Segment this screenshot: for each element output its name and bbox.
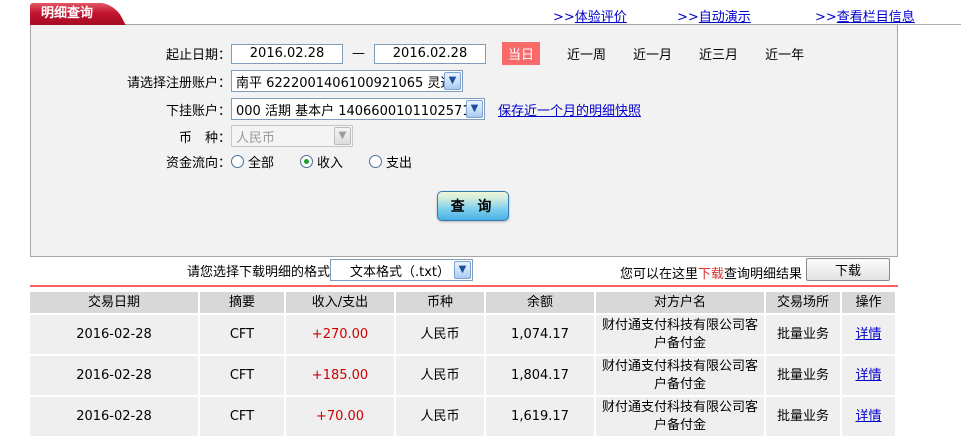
link-label: 体验评价 xyxy=(574,10,627,25)
header-amount: 收入/支出 xyxy=(286,292,394,313)
chevron-down-icon: ▼ xyxy=(466,100,483,118)
chevron-down-icon: ▼ xyxy=(444,72,461,90)
link-view-column-info[interactable]: >>查看栏目信息 xyxy=(815,6,915,25)
cell-summary: CFT xyxy=(200,356,284,396)
download-hint-keyword: 下载 xyxy=(698,267,725,282)
quick-range-today[interactable]: 当日 xyxy=(502,42,541,65)
download-format-value: 文本格式（.txt） xyxy=(349,264,450,280)
radio-expense-label: 支出 xyxy=(386,156,413,171)
link-auto-demo[interactable]: >>自动演示 xyxy=(677,6,751,25)
header-action: 操作 xyxy=(842,292,895,313)
tab-label: 明细查询 xyxy=(41,6,94,21)
radio-circle-icon xyxy=(369,155,383,168)
register-account-select[interactable]: 南平 6222001406100921065 灵通卡 ▼ xyxy=(231,70,463,92)
cell-date: 2016-02-28 xyxy=(30,397,198,437)
link-prefix: >> xyxy=(815,10,837,25)
sub-account-label: 下挂账户： xyxy=(165,103,231,119)
fund-flow-row: 资金流向： 全部 收入 支出 xyxy=(41,152,438,171)
link-prefix: >> xyxy=(553,10,575,25)
link-prefix: >> xyxy=(677,10,699,25)
top-links: >>体验评价 >>自动演示 >>查看栏目信息 xyxy=(0,6,961,25)
detail-query-page: 明细查询 >>体验评价 >>自动演示 >>查看栏目信息 起止日期： — 当日 近… xyxy=(0,0,961,447)
download-format-label: 请您选择下载明细的格式 xyxy=(186,264,330,280)
cell-counterparty: 财付通支付科技有限公司客户备付金 xyxy=(596,315,764,355)
register-account-row: 请选择注册账户： 南平 6222001406100921065 灵通卡 ▼ xyxy=(41,70,463,92)
sub-account-select[interactable]: 000 活期 基本户 1406600101102571848 ▼ xyxy=(231,98,485,120)
chevron-down-icon: ▼ xyxy=(454,261,471,279)
currency-select: 人民币 ▼ xyxy=(231,125,353,147)
currency-label: 币 种： xyxy=(178,130,231,146)
cell-date: 2016-02-28 xyxy=(30,315,198,355)
register-account-value: 南平 6222001406100921065 灵通卡 xyxy=(236,75,444,91)
date-range-separator: — xyxy=(352,46,365,61)
header-date: 交易日期 xyxy=(30,292,198,313)
quick-range-3months[interactable]: 近三月 xyxy=(699,44,738,63)
download-button[interactable]: 下载 xyxy=(806,258,890,281)
header-currency: 币种 xyxy=(396,292,484,313)
cell-venue: 批量业务 xyxy=(766,397,840,437)
detail-link[interactable]: 详情 xyxy=(855,326,881,344)
quick-range-week[interactable]: 近一周 xyxy=(567,44,606,63)
detail-link[interactable]: 详情 xyxy=(855,367,881,385)
cell-currency: 人民币 xyxy=(396,397,484,437)
download-hint-prefix: 您可以在这里 xyxy=(620,267,699,282)
results-table: 交易日期 摘要 收入/支出 币种 余额 对方户名 交易场所 操作 2016-02… xyxy=(30,292,895,437)
download-hint-suffix: 查询明细结果 xyxy=(724,267,803,282)
start-date-input[interactable] xyxy=(231,43,343,64)
cell-amount: +185.00 xyxy=(286,356,394,396)
link-label: 自动演示 xyxy=(698,10,751,25)
save-snapshot-link[interactable]: 保存近一个月的明细快照 xyxy=(498,100,641,119)
link-label: 查看栏目信息 xyxy=(836,10,915,25)
cell-balance: 1,074.17 xyxy=(486,315,594,355)
link-experience-review[interactable]: >>体验评价 xyxy=(553,6,627,25)
radio-all[interactable]: 全部 xyxy=(231,152,274,171)
fund-flow-label: 资金流向： xyxy=(165,156,231,171)
cell-currency: 人民币 xyxy=(396,315,484,355)
cell-venue: 批量业务 xyxy=(766,315,840,355)
header-venue: 交易场所 xyxy=(766,292,840,313)
download-hint: 您可以在这里下载查询明细结果 xyxy=(620,263,802,282)
radio-expense[interactable]: 支出 xyxy=(369,152,412,171)
cell-date: 2016-02-28 xyxy=(30,356,198,396)
cell-balance: 1,804.17 xyxy=(486,356,594,396)
chevron-down-icon: ▼ xyxy=(334,127,351,145)
register-account-label: 请选择注册账户： xyxy=(126,75,231,91)
cell-summary: CFT xyxy=(200,315,284,355)
radio-selected-icon xyxy=(300,155,314,168)
table-top-divider xyxy=(30,285,898,287)
quick-range-year[interactable]: 近一年 xyxy=(765,44,804,63)
download-format-row: 请您选择下载明细的格式 文本格式（.txt） ▼ xyxy=(0,259,473,281)
date-range-label: 起止日期： xyxy=(165,48,231,63)
cell-currency: 人民币 xyxy=(396,356,484,396)
detail-link[interactable]: 详情 xyxy=(855,408,881,426)
query-panel: 起止日期： — 当日 近一周 近一月 近三月 近一年 请选择注册账户： 南平 6… xyxy=(30,24,898,257)
sub-account-row: 下挂账户： 000 活期 基本户 1406600101102571848 ▼ 保… xyxy=(41,98,641,120)
cell-counterparty: 财付通支付科技有限公司客户备付金 xyxy=(596,356,764,396)
cell-balance: 1,619.17 xyxy=(486,397,594,437)
radio-circle-icon xyxy=(231,155,244,168)
cell-venue: 批量业务 xyxy=(766,356,840,396)
date-range-row: 起止日期： — 当日 近一周 近一月 近三月 近一年 xyxy=(41,42,804,65)
tab-detail-query[interactable]: 明细查询 xyxy=(30,3,108,25)
radio-all-label: 全部 xyxy=(248,156,275,171)
download-format-select[interactable]: 文本格式（.txt） ▼ xyxy=(330,259,473,281)
cell-amount: +270.00 xyxy=(286,315,394,355)
cell-counterparty: 财付通支付科技有限公司客户备付金 xyxy=(596,397,764,437)
radio-income[interactable]: 收入 xyxy=(300,152,343,171)
quick-range-month[interactable]: 近一月 xyxy=(633,44,672,63)
query-button[interactable]: 查 询 xyxy=(437,191,509,221)
header-summary: 摘要 xyxy=(200,292,284,313)
cell-summary: CFT xyxy=(200,397,284,437)
cell-amount: +70.00 xyxy=(286,397,394,437)
header-balance: 余额 xyxy=(486,292,594,313)
end-date-input[interactable] xyxy=(374,43,486,64)
sub-account-value: 000 活期 基本户 1406600101102571848 xyxy=(236,103,466,119)
radio-income-label: 收入 xyxy=(317,156,344,171)
header-counterparty: 对方户名 xyxy=(596,292,764,313)
currency-row: 币 种： 人民币 ▼ xyxy=(41,125,353,147)
currency-value: 人民币 xyxy=(236,130,276,146)
